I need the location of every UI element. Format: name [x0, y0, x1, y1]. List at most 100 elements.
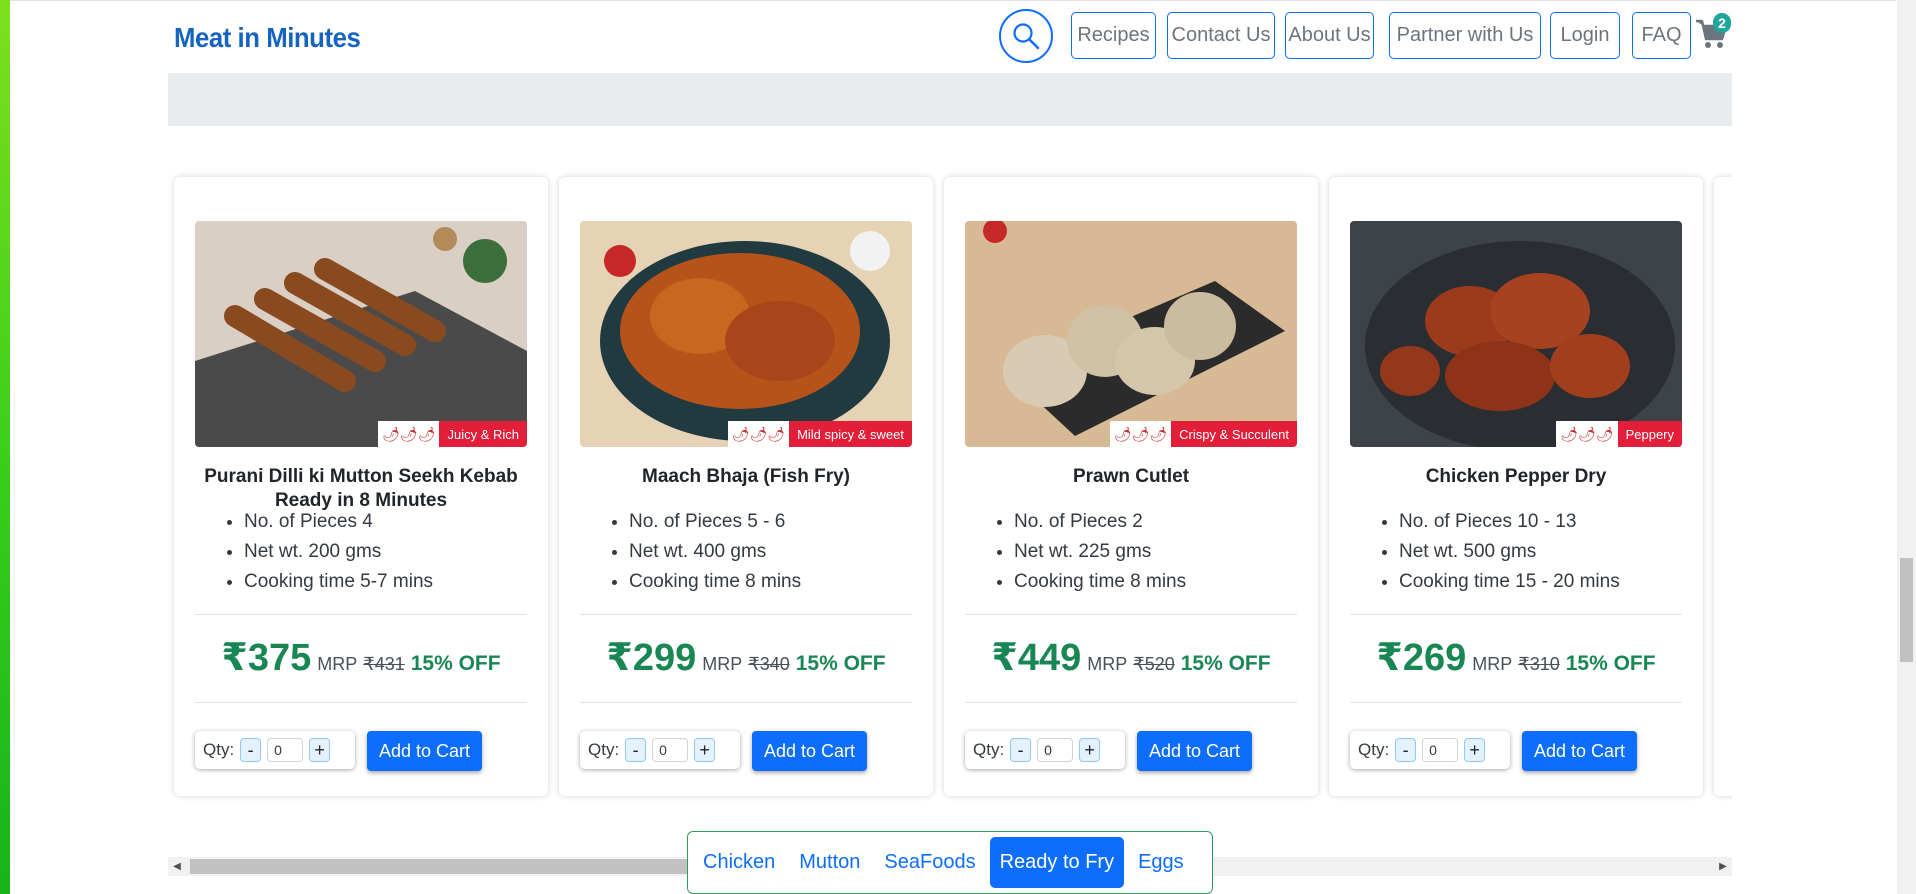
- divider: [965, 614, 1297, 615]
- left-accent-strip: [0, 0, 10, 894]
- flavour-tag: Mild spicy & sweet: [789, 421, 912, 447]
- qty-decrement-button[interactable]: -: [1395, 738, 1417, 762]
- discount: 15% OFF: [795, 652, 886, 675]
- chili-icon: 🌶🌶🌶: [378, 421, 440, 447]
- qty-increment-button[interactable]: +: [1079, 738, 1101, 762]
- mrp-value: ₹340: [748, 654, 790, 674]
- nav-login-button[interactable]: Login: [1550, 12, 1620, 59]
- nav-recipes-button[interactable]: Recipes: [1071, 12, 1156, 59]
- qty-decrement-button[interactable]: -: [625, 738, 647, 762]
- category-ready-to-fry[interactable]: Ready to Fry: [989, 837, 1125, 888]
- qty-input[interactable]: 0: [1422, 738, 1459, 762]
- search-button[interactable]: [999, 9, 1053, 63]
- qty-label: Qty:: [1358, 740, 1390, 759]
- qty-input[interactable]: 0: [1037, 738, 1074, 762]
- scroll-left-icon[interactable]: ◀: [172, 861, 182, 872]
- divider: [580, 614, 912, 615]
- divider: [965, 702, 1297, 703]
- nav-contact-button[interactable]: Contact Us: [1167, 12, 1275, 59]
- qty-increment-button[interactable]: +: [694, 738, 716, 762]
- add-to-cart-button[interactable]: Add to Cart: [367, 731, 482, 771]
- category-eggs[interactable]: Eggs: [1128, 837, 1194, 888]
- flavour-tag: Crispy & Succulent: [1171, 421, 1297, 447]
- divider: [580, 702, 912, 703]
- product-features: No. of Pieces 10 - 13 Net wt. 500 gms Co…: [1399, 507, 1620, 597]
- add-to-cart-button[interactable]: Add to Cart: [1522, 731, 1637, 771]
- product-title: Maach Bhaja (Fish Fry): [642, 466, 850, 487]
- feature-pieces: No. of Pieces 10 - 13: [1399, 507, 1620, 537]
- feature-pieces: No. of Pieces 5 - 6: [629, 507, 801, 537]
- category-seafoods[interactable]: SeaFoods: [874, 837, 985, 888]
- category-chicken[interactable]: Chicken: [693, 837, 785, 888]
- product-card: 🌶🌶🌶 Mild spicy & sweet Maach Bhaja (Fish…: [559, 177, 933, 796]
- price-row: ₹449 MRP ₹520 15% OFF: [944, 635, 1318, 680]
- qty-increment-button[interactable]: +: [1464, 738, 1486, 762]
- quantity-stepper: Qty: - 0 +: [195, 731, 355, 769]
- price-row: ₹269 MRP ₹310 15% OFF: [1329, 635, 1703, 680]
- product-features: No. of Pieces 2 Net wt. 225 gms Cooking …: [1014, 507, 1186, 597]
- price-row: ₹299 MRP ₹340 15% OFF: [559, 635, 933, 680]
- chili-icon: 🌶🌶🌶: [727, 421, 790, 447]
- nav-faq-button[interactable]: FAQ: [1632, 12, 1691, 59]
- quantity-stepper: Qty: - 0 +: [965, 731, 1125, 769]
- nav-about-button[interactable]: About Us: [1285, 12, 1374, 59]
- product-image-fish-fry[interactable]: 🌶🌶🌶 Mild spicy & sweet: [580, 221, 912, 447]
- divider: [1350, 702, 1682, 703]
- mrp-value: ₹431: [363, 654, 405, 674]
- price: ₹269: [1376, 637, 1467, 679]
- site-logo[interactable]: Meat in Minutes: [174, 22, 361, 54]
- top-divider: [10, 0, 1896, 1]
- product-features: No. of Pieces 4 Net wt. 200 gms Cooking …: [244, 507, 433, 597]
- discount: 15% OFF: [1565, 652, 1656, 675]
- add-to-cart-button[interactable]: Add to Cart: [1137, 731, 1252, 771]
- vertical-scrollbar[interactable]: [1897, 0, 1916, 894]
- feature-weight: Net wt. 500 gms: [1399, 537, 1620, 567]
- category-nav: Chicken Mutton SeaFoods Ready to Fry Egg…: [687, 831, 1213, 894]
- quantity-stepper: Qty: - 0 +: [580, 731, 740, 769]
- price: ₹375: [221, 637, 312, 679]
- promo-banner: [168, 73, 1732, 126]
- chili-icon: 🌶🌶🌶: [1556, 421, 1618, 447]
- chili-icon: 🌶🌶🌶: [1109, 421, 1172, 447]
- divider: [1350, 614, 1682, 615]
- scroll-right-icon[interactable]: ▶: [1718, 861, 1728, 872]
- product-card-partial: [1714, 177, 1732, 796]
- feature-weight: Net wt. 400 gms: [629, 537, 801, 567]
- discount: 15% OFF: [410, 652, 501, 675]
- mrp-label: MRP: [1087, 654, 1128, 674]
- feature-pieces: No. of Pieces 4: [244, 507, 433, 537]
- feature-cooking-time: Cooking time 15 - 20 mins: [1399, 567, 1620, 597]
- feature-weight: Net wt. 200 gms: [244, 537, 433, 567]
- product-carousel: 🌶🌶🌶 Juicy & Rich Purani Dilli ki Mutton …: [168, 170, 1732, 805]
- discount: 15% OFF: [1180, 652, 1271, 675]
- feature-cooking-time: Cooking time 5-7 mins: [244, 567, 433, 597]
- add-to-cart-button[interactable]: Add to Cart: [752, 731, 867, 771]
- product-title: Prawn Cutlet: [1072, 466, 1190, 487]
- qty-decrement-button[interactable]: -: [1010, 738, 1032, 762]
- cart-count-badge: 2: [1713, 13, 1731, 33]
- flavour-tag: Juicy & Rich: [439, 421, 527, 447]
- product-title: Chicken Pepper Dry: [1425, 466, 1607, 487]
- search-icon: [1013, 23, 1040, 50]
- product-features: No. of Pieces 5 - 6 Net wt. 400 gms Cook…: [629, 507, 801, 597]
- feature-cooking-time: Cooking time 8 mins: [1014, 567, 1186, 597]
- product-image-seekh-kebab[interactable]: 🌶🌶🌶 Juicy & Rich: [195, 221, 527, 447]
- qty-input[interactable]: 0: [652, 738, 689, 762]
- qty-input[interactable]: 0: [267, 738, 304, 762]
- mrp-label: MRP: [702, 654, 743, 674]
- product-title: Purani Dilli ki Mutton Seekh Kebab Ready…: [204, 466, 518, 511]
- mrp-value: ₹520: [1133, 654, 1175, 674]
- divider: [195, 702, 527, 703]
- feature-pieces: No. of Pieces 2: [1014, 507, 1186, 537]
- price: ₹449: [991, 637, 1082, 679]
- product-image-chicken-pepper-dry[interactable]: 🌶🌶🌶 Peppery: [1350, 221, 1682, 447]
- category-mutton[interactable]: Mutton: [789, 837, 870, 888]
- feature-weight: Net wt. 225 gms: [1014, 537, 1186, 567]
- nav-partner-button[interactable]: Partner with Us: [1389, 12, 1541, 59]
- vertical-scroll-thumb[interactable]: [1900, 558, 1913, 662]
- qty-decrement-button[interactable]: -: [240, 738, 262, 762]
- product-image-prawn-cutlet[interactable]: 🌶🌶🌶 Crispy & Succulent: [965, 221, 1297, 447]
- qty-increment-button[interactable]: +: [309, 738, 331, 762]
- feature-cooking-time: Cooking time 8 mins: [629, 567, 801, 597]
- qty-label: Qty:: [973, 740, 1005, 759]
